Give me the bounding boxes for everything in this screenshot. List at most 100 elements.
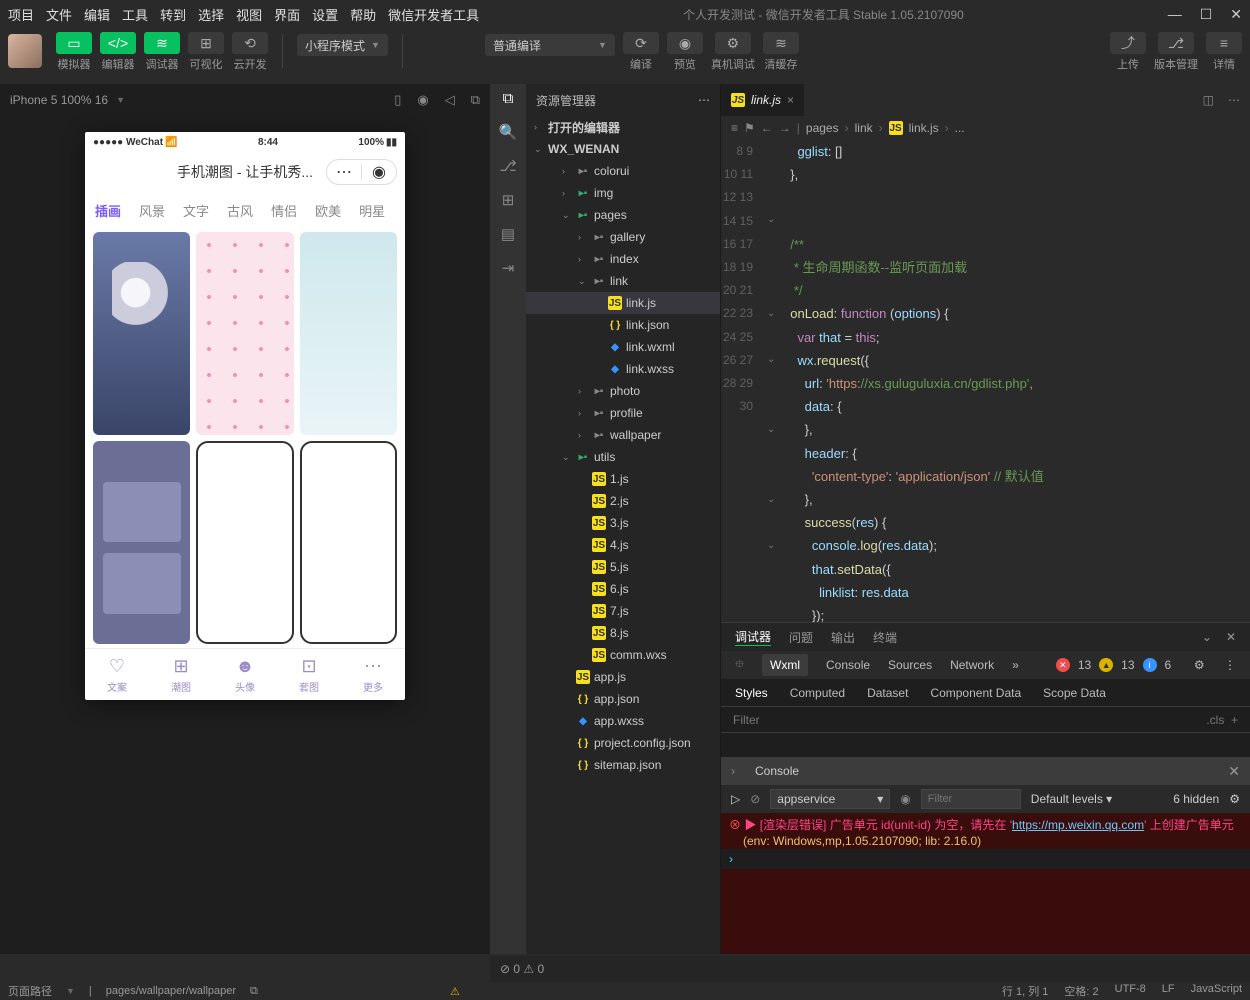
remote-debug-button[interactable]: ⚙ <box>715 32 751 54</box>
devtools-tab[interactable]: Sources <box>888 658 932 672</box>
tree-item[interactable]: { } app.json <box>526 688 720 710</box>
visual-button[interactable]: ⊞ <box>188 32 224 54</box>
thumb[interactable] <box>93 441 190 644</box>
minimize-icon[interactable]: — <box>1168 6 1182 23</box>
tree-item[interactable]: ◆ link.wxss <box>526 358 720 380</box>
opened-editors[interactable]: ›打开的编辑器 <box>526 116 720 138</box>
version-button[interactable]: ⎇ <box>1158 32 1194 54</box>
collapse-icon[interactable]: ⌄ <box>1202 630 1212 644</box>
debugger-button[interactable]: ≋ <box>144 32 180 54</box>
fold-column[interactable]: ⌄⌄⌄⌄⌄⌄ <box>763 140 783 622</box>
menu-item[interactable]: 工具 <box>122 5 148 24</box>
menu-item[interactable]: 帮助 <box>350 5 376 24</box>
context-select[interactable]: appservice▾ <box>770 789 890 809</box>
ext2-icon[interactable]: ▤ <box>501 225 515 243</box>
close-console-icon[interactable]: ✕ <box>1228 763 1240 780</box>
debugger-tab[interactable]: 调试器 <box>735 628 771 646</box>
more-icon[interactable]: ⋯ <box>698 93 710 107</box>
bottom-nav-item[interactable]: ⊞潮图 <box>149 649 213 700</box>
ext-icon[interactable]: ⊞ <box>502 191 515 209</box>
list-icon[interactable]: ≡ <box>731 121 738 135</box>
more-icon[interactable]: ⋯ <box>1228 93 1240 107</box>
levels-select[interactable]: Default levels ▾ <box>1031 792 1112 806</box>
tree-item[interactable]: JS 2.js <box>526 490 720 512</box>
menu-item[interactable]: 编辑 <box>84 5 110 24</box>
simulator-button[interactable]: ▭ <box>56 32 92 54</box>
styles-tab[interactable]: Scope Data <box>1043 686 1106 700</box>
tree-item[interactable]: ›▸▪ img <box>526 182 720 204</box>
status-item[interactable]: LF <box>1162 983 1175 999</box>
mute-icon[interactable]: ◁ <box>445 92 455 108</box>
play-icon[interactable]: ▷ <box>731 792 740 806</box>
bottom-nav-item[interactable]: ☻头像 <box>213 649 277 700</box>
tree-item[interactable]: ›▸▪ photo <box>526 380 720 402</box>
tree-item[interactable]: JS 1.js <box>526 468 720 490</box>
thumb[interactable] <box>300 232 397 435</box>
thumb[interactable] <box>93 232 190 435</box>
thumb[interactable] <box>196 232 293 435</box>
bookmark-icon[interactable]: ⚑ <box>744 121 755 135</box>
tree-item[interactable]: ›▸▪ index <box>526 248 720 270</box>
category-tab[interactable]: 风景 <box>139 201 165 220</box>
menu-item[interactable]: 文件 <box>46 5 72 24</box>
menu-item[interactable]: 项目 <box>8 5 34 24</box>
status-item[interactable]: 空格: 2 <box>1064 983 1098 999</box>
tree-item[interactable]: JS 7.js <box>526 600 720 622</box>
compile-button[interactable]: ⟳ <box>623 32 659 54</box>
devtools-tab[interactable]: Network <box>950 658 994 672</box>
cloud-button[interactable]: ⟲ <box>232 32 268 54</box>
warn-icon[interactable]: ⚠ <box>450 985 460 998</box>
files-icon[interactable]: ⧉ <box>503 90 514 107</box>
project-root[interactable]: ⌄WX_WENAN <box>526 138 720 160</box>
tree-item[interactable]: ›▸▪ wallpaper <box>526 424 720 446</box>
status-item[interactable]: 行 1, 列 1 <box>1002 983 1048 999</box>
tree-item[interactable]: JS 8.js <box>526 622 720 644</box>
category-tab[interactable]: 插画 <box>95 201 121 220</box>
device-label[interactable]: iPhone 5 100% 16 <box>10 93 108 107</box>
prompt-icon[interactable]: › <box>731 764 735 778</box>
device-icon[interactable]: ▯ <box>394 92 401 108</box>
tree-item[interactable]: JS link.js <box>526 292 720 314</box>
clear-icon[interactable]: ⊘ <box>750 792 760 806</box>
ext3-icon[interactable]: ⇥ <box>502 259 515 277</box>
capsule[interactable]: ⋯◉ <box>326 159 397 185</box>
phone-simulator[interactable]: ●●●●● WeChat📶 8:44 100%▮▮ 手机潮图 - 让手机秀...… <box>85 132 405 700</box>
menu-item[interactable]: 转到 <box>160 5 186 24</box>
tree-item[interactable]: JS comm.wxs <box>526 644 720 666</box>
styles-tab[interactable]: Dataset <box>867 686 908 700</box>
gear-icon[interactable]: ⚙ <box>1194 658 1205 672</box>
menu-item[interactable]: 界面 <box>274 5 300 24</box>
console-prompt[interactable]: › <box>721 849 1250 869</box>
compile-dropdown[interactable]: 普通编译▼ <box>485 34 615 56</box>
multi-icon[interactable]: ⧉ <box>471 92 480 108</box>
code-editor[interactable]: 8 9 10 11 12 13 14 15 16 17 18 19 20 21 … <box>721 140 1250 622</box>
tree-item[interactable]: JS 4.js <box>526 534 720 556</box>
thumb[interactable] <box>300 441 397 644</box>
gear-icon[interactable]: ⚙ <box>1229 792 1240 806</box>
inspect-icon[interactable]: ⯐ <box>735 655 744 676</box>
tree-item[interactable]: ›▸▪ colorui <box>526 160 720 182</box>
debugger-tab[interactable]: 问题 <box>789 629 813 646</box>
category-tab[interactable]: 情侣 <box>271 201 297 220</box>
category-tab[interactable]: 明星 <box>359 201 385 220</box>
menu-item[interactable]: 微信开发者工具 <box>388 5 479 24</box>
mode-dropdown[interactable]: 小程序模式▼ <box>297 34 388 56</box>
status-item[interactable]: UTF-8 <box>1115 983 1146 999</box>
upload-button[interactable]: ⤴ <box>1110 32 1146 54</box>
close-icon[interactable]: ✕ <box>1230 6 1242 23</box>
tree-item[interactable]: ⌄▸▪ utils <box>526 446 720 468</box>
menu-item[interactable]: 视图 <box>236 5 262 24</box>
styles-tab[interactable]: Styles <box>735 686 768 700</box>
avatar[interactable] <box>8 34 42 68</box>
tree-item[interactable]: JS app.js <box>526 666 720 688</box>
split-icon[interactable]: ◫ <box>1203 93 1214 107</box>
tree-item[interactable]: ◆ link.wxml <box>526 336 720 358</box>
console-link[interactable]: https://mp.weixin.qq.com <box>1012 818 1144 832</box>
styles-tab[interactable]: Computed <box>790 686 845 700</box>
thumb[interactable] <box>196 441 293 644</box>
menu-item[interactable]: 选择 <box>198 5 224 24</box>
bottom-nav-item[interactable]: ⊡套图 <box>277 649 341 700</box>
tree-item[interactable]: { } link.json <box>526 314 720 336</box>
editor-tab[interactable]: JSlink.js× <box>721 84 804 116</box>
branch-icon[interactable]: ⎇ <box>499 157 516 175</box>
